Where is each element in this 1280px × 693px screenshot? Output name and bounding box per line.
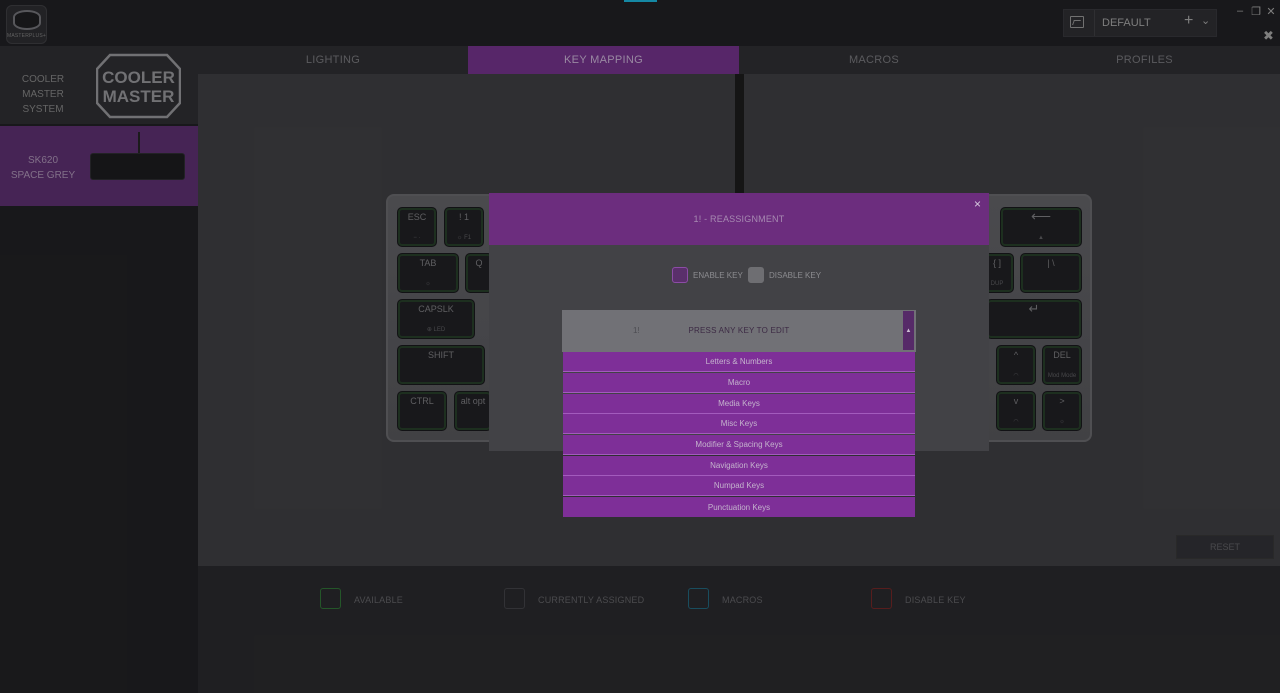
dropdown-item-navigation-keys[interactable]: Navigation Keys — [563, 456, 915, 476]
dropdown-item-media-keys[interactable]: Media Keys — [563, 394, 915, 414]
dialog-title: 1! - REASSIGNMENT — [489, 193, 989, 245]
dropdown-item-modifier-spacing-keys[interactable]: Modifier & Spacing Keys — [563, 435, 915, 455]
chevron-up-icon[interactable]: ▲ — [903, 311, 914, 350]
dropdown-item-punctuation-keys[interactable]: Punctuation Keys — [563, 497, 915, 517]
dropdown-item-numpad-keys[interactable]: Numpad Keys — [563, 476, 915, 496]
enable-key-checkbox[interactable] — [672, 267, 688, 283]
dropdown-item-misc-keys[interactable]: Misc Keys — [563, 414, 915, 434]
dropdown-header[interactable]: 1! PRESS ANY KEY TO EDIT ▲ — [562, 310, 916, 352]
key-function-dropdown[interactable]: 1! PRESS ANY KEY TO EDIT ▲ Letters & Num… — [562, 310, 916, 518]
close-icon[interactable]: × — [974, 197, 981, 211]
dropdown-item-macro[interactable]: Macro — [563, 373, 915, 393]
dropdown-prompt: PRESS ANY KEY TO EDIT — [688, 326, 790, 335]
disable-key-checkbox[interactable] — [748, 267, 764, 283]
disable-key-label[interactable]: DISABLE KEY — [769, 271, 821, 280]
enable-key-label[interactable]: ENABLE KEY — [693, 271, 743, 280]
dropdown-item-letters-numbers[interactable]: Letters & Numbers — [563, 352, 915, 372]
